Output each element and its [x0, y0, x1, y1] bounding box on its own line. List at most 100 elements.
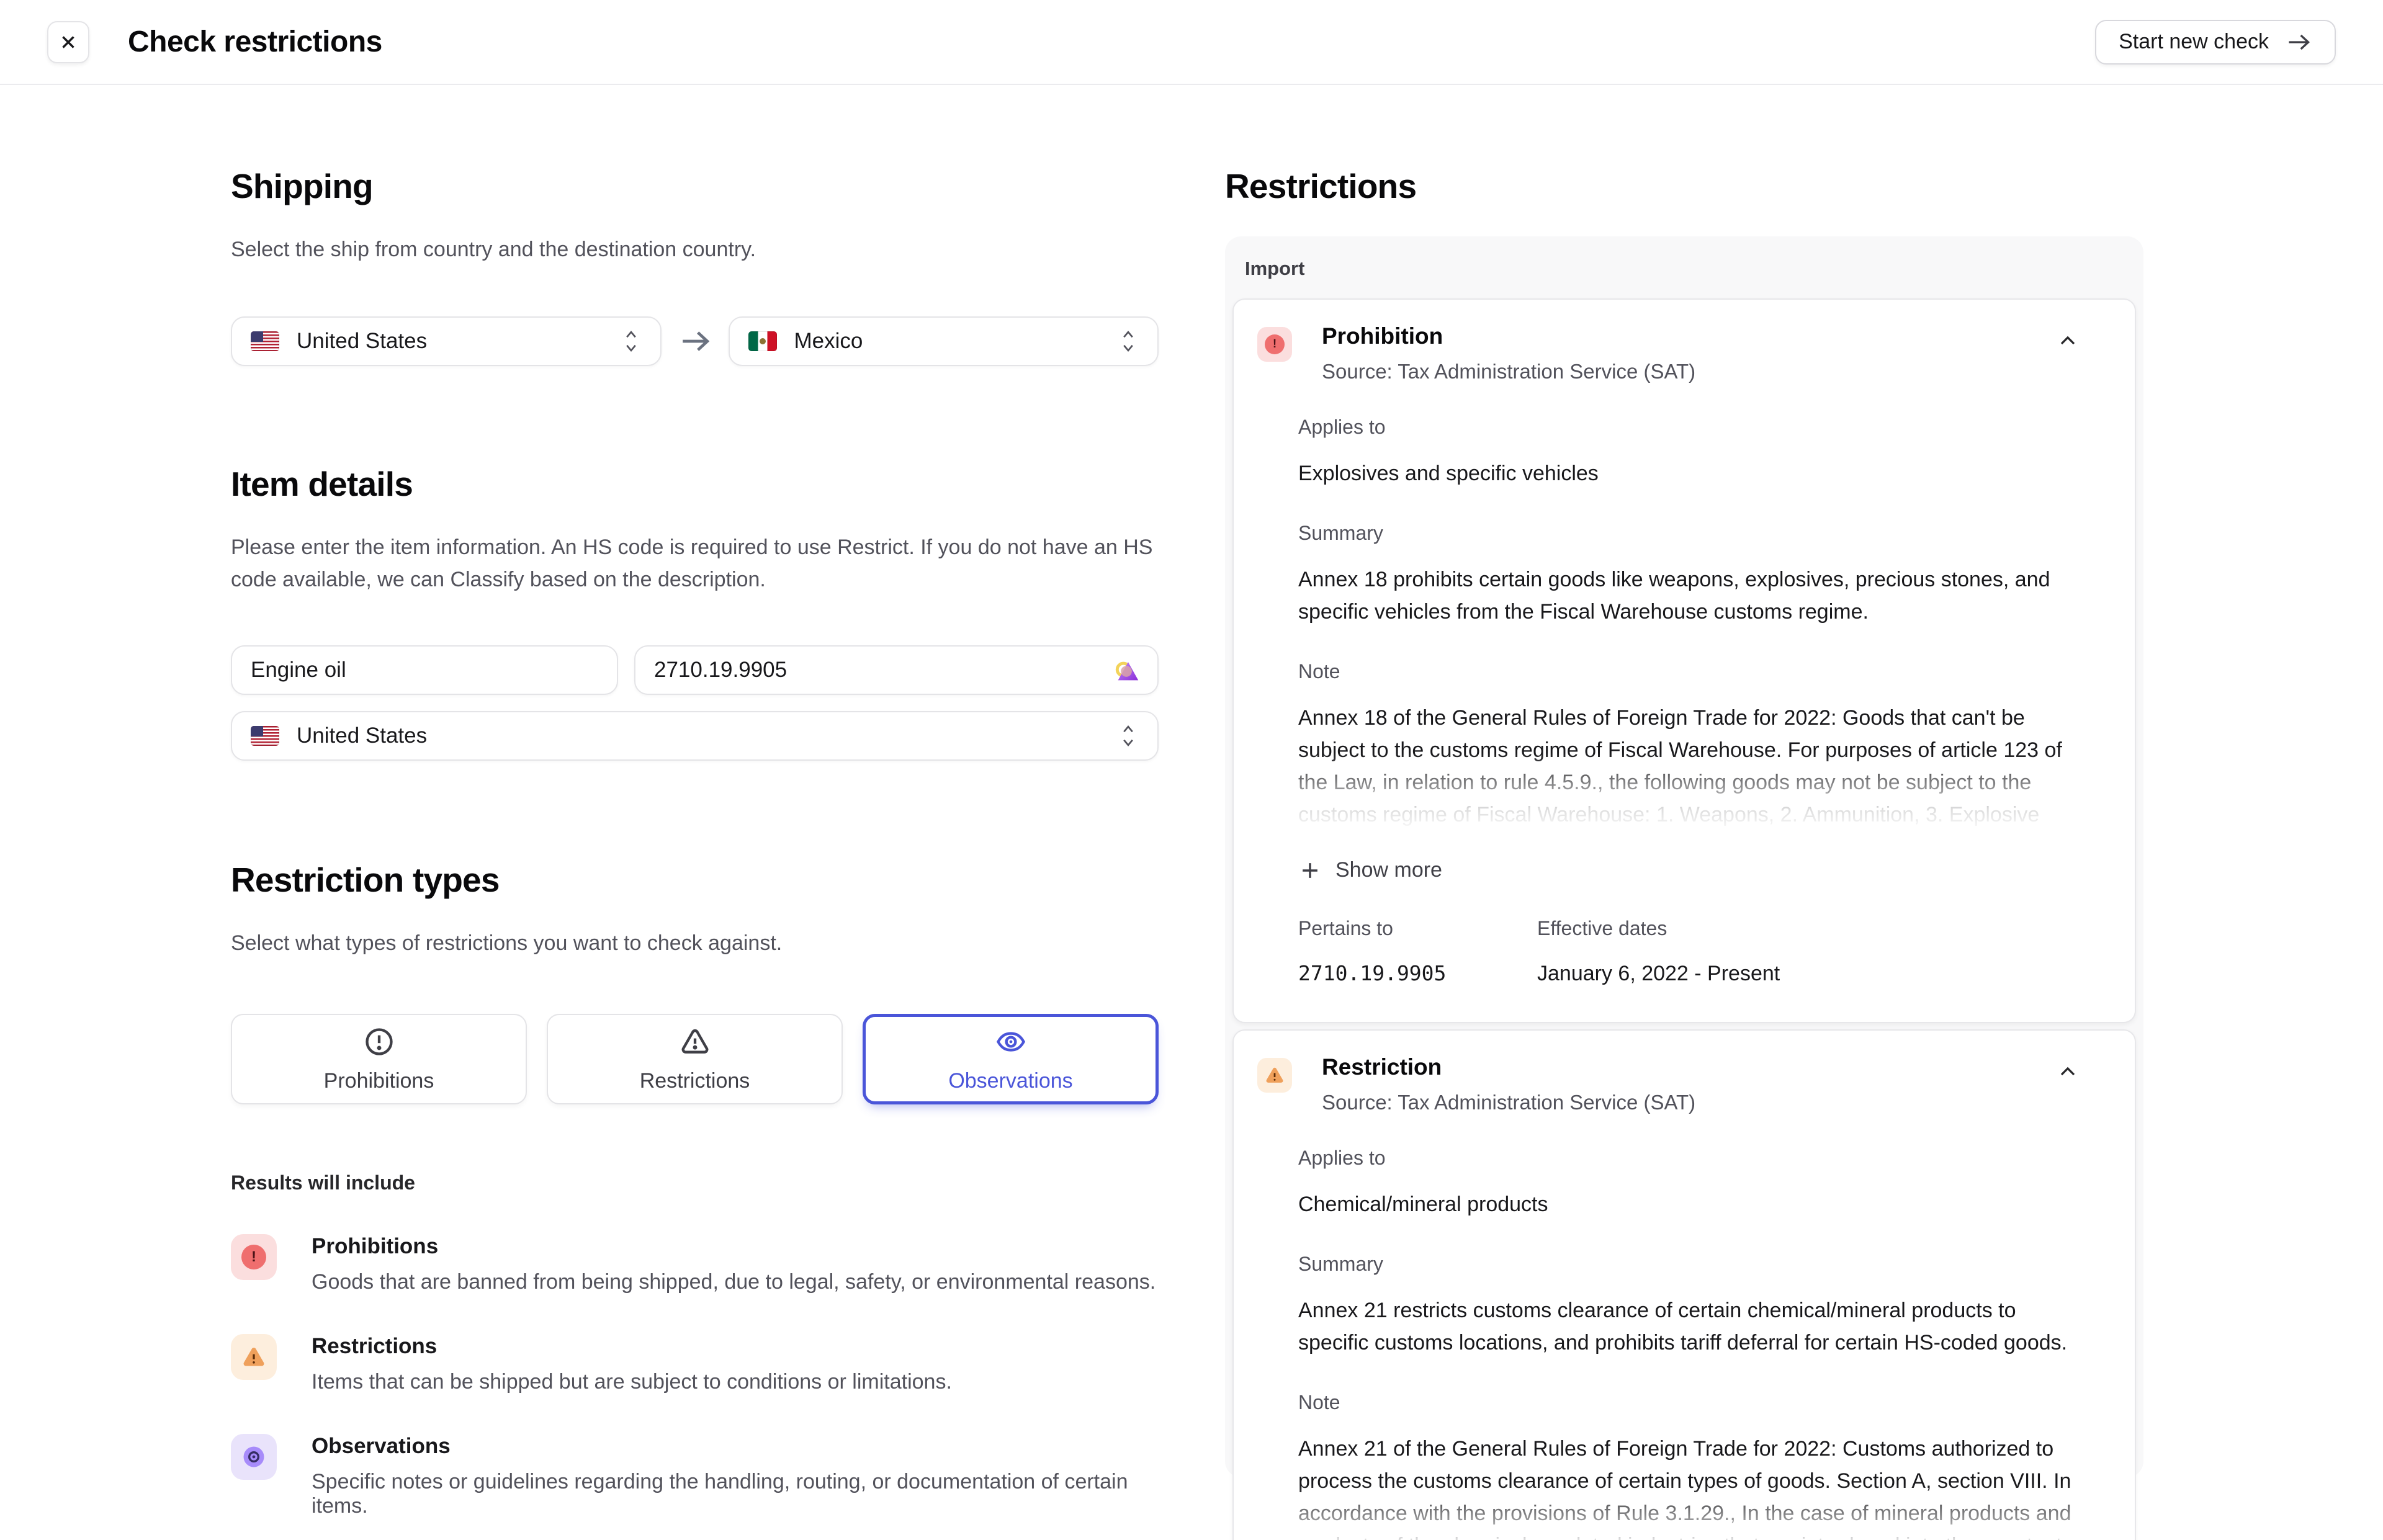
restriction-card: Restriction Source: Tax Administration S…	[1232, 1029, 2136, 1540]
note-value: Annex 18 of the General Rules of Foreign…	[1298, 702, 2085, 833]
import-group-label: Import	[1245, 257, 2136, 280]
prohibition-badge-icon: !	[1257, 327, 1292, 362]
warning-triangle-glyph	[1263, 1064, 1286, 1086]
card-body: Applies to Explosives and specific vehic…	[1298, 416, 2085, 990]
top-bar: Check restrictions Start new check	[0, 0, 2383, 85]
exclamation-circle-glyph: !	[241, 1245, 266, 1269]
summary-label: Summary	[1298, 1253, 2085, 1276]
card-body: Applies to Chemical/mineral products Sum…	[1298, 1147, 2085, 1540]
show-more-button[interactable]: Show more	[1298, 858, 1442, 882]
select-chevrons-icon	[1118, 722, 1139, 750]
card-titles: Prohibition Source: Tax Administration S…	[1322, 323, 2050, 383]
card-source: Source: Tax Administration Service (SAT)	[1322, 1091, 2050, 1114]
restriction-types-heading: Restriction types	[231, 860, 1159, 900]
form-column: Shipping Select the ship from country an…	[231, 166, 1159, 1518]
item-description-input[interactable]	[251, 658, 598, 683]
item-inputs-row	[231, 645, 1159, 695]
observation-badge-icon	[231, 1434, 277, 1480]
start-new-check-label: Start new check	[2119, 30, 2269, 54]
applies-to-value: Explosives and specific vehicles	[1298, 457, 2085, 490]
item-details-description: Please enter the item information. An HS…	[231, 531, 1159, 596]
pertains-column: Pertains to 2710.19.9905	[1298, 917, 1537, 990]
result-item-text: Observations Specific notes or guideline…	[312, 1434, 1159, 1518]
applies-to-value: Chemical/mineral products	[1298, 1188, 2085, 1220]
card-header: Restriction Source: Tax Administration S…	[1257, 1054, 2085, 1114]
collapse-card-button[interactable]	[2050, 1054, 2085, 1089]
collapse-card-button[interactable]	[2050, 323, 2085, 358]
item-country-value: United States	[297, 723, 1118, 748]
page-title: Check restrictions	[128, 25, 382, 59]
item-country-select[interactable]: United States	[231, 711, 1159, 761]
arrow-right-icon	[2285, 29, 2312, 56]
restriction-types-description: Select what types of restrictions you wa…	[231, 927, 1159, 959]
summary-value: Annex 21 restricts customs clearance of …	[1298, 1294, 2085, 1359]
list-item-restrictions: Restrictions Items that can be shipped b…	[231, 1334, 1159, 1394]
restrictions-type-button[interactable]: Restrictions	[547, 1014, 843, 1104]
chevron-up-icon	[2055, 328, 2080, 353]
card-titles: Restriction Source: Tax Administration S…	[1322, 1054, 2050, 1114]
applies-to-label: Applies to	[1298, 1147, 2085, 1170]
route-arrow-icon	[678, 324, 712, 359]
results-column: Restrictions Import ! Prohibition Source…	[1225, 166, 2143, 1518]
prohibitions-type-button[interactable]: Prohibitions	[231, 1014, 527, 1104]
result-item-title: Observations	[312, 1434, 1159, 1459]
card-type-title: Prohibition	[1322, 323, 2050, 349]
effective-dates-value: January 6, 2022 - Present	[1537, 957, 2085, 990]
result-item-description: Goods that are banned from being shipped…	[312, 1270, 1156, 1294]
note-label: Note	[1298, 660, 2085, 683]
mexico-flag-icon	[748, 331, 777, 351]
type-button-label: Restrictions	[640, 1069, 750, 1093]
prohibition-card: ! Prohibition Source: Tax Administration…	[1232, 298, 2136, 1023]
main-content: Shipping Select the ship from country an…	[0, 85, 2383, 1518]
shipping-route-row: United States Mexico	[231, 316, 1159, 366]
observations-type-button[interactable]: Observations	[863, 1014, 1159, 1104]
exclamation-circle-glyph: !	[1265, 334, 1285, 354]
card-type-title: Restriction	[1322, 1054, 2050, 1080]
restriction-type-buttons: Prohibitions Restrictions Observations	[231, 1014, 1159, 1104]
us-flag-icon	[251, 726, 279, 746]
shipping-heading: Shipping	[231, 166, 1159, 206]
result-item-description: Specific notes or guidelines regarding t…	[312, 1470, 1159, 1518]
hs-code-field	[634, 645, 1159, 695]
eye-icon	[995, 1026, 1027, 1058]
result-item-description: Items that can be shipped but are subjec…	[312, 1370, 952, 1394]
select-chevrons-icon	[621, 327, 642, 356]
summary-label: Summary	[1298, 522, 2085, 545]
close-button[interactable]	[47, 21, 89, 63]
ship-from-value: United States	[297, 329, 621, 354]
restriction-badge-icon	[231, 1334, 277, 1380]
prohibition-badge-icon: !	[231, 1234, 277, 1280]
observation-circle-glyph	[240, 1443, 267, 1471]
card-header: ! Prohibition Source: Tax Administration…	[1257, 323, 2085, 383]
plus-icon	[1298, 859, 1322, 882]
warning-triangle-icon	[679, 1026, 711, 1058]
list-item-prohibitions: ! Prohibitions Goods that are banned fro…	[231, 1234, 1159, 1294]
classify-logo-icon[interactable]	[1113, 657, 1141, 686]
note-value: Annex 21 of the General Rules of Foreign…	[1298, 1433, 2085, 1540]
pertains-to-label: Pertains to	[1298, 917, 1537, 940]
ship-to-select[interactable]: Mexico	[729, 316, 1159, 366]
result-item-text: Prohibitions Goods that are banned from …	[312, 1234, 1156, 1294]
restrictions-panel: Import ! Prohibition Source: Tax Adminis…	[1225, 236, 2143, 1477]
summary-value: Annex 18 prohibits certain goods like we…	[1298, 563, 2085, 628]
result-item-title: Prohibitions	[312, 1234, 1156, 1259]
item-description-field	[231, 645, 618, 695]
pertains-to-value: 2710.19.9905	[1298, 957, 1537, 990]
close-icon	[58, 32, 79, 53]
us-flag-icon	[251, 331, 279, 351]
ship-to-value: Mexico	[794, 329, 1118, 354]
start-new-check-button[interactable]: Start new check	[2095, 20, 2336, 65]
list-item-observations: Observations Specific notes or guideline…	[231, 1434, 1159, 1518]
type-button-label: Observations	[948, 1069, 1072, 1093]
restriction-badge-icon	[1257, 1058, 1292, 1093]
select-chevrons-icon	[1118, 327, 1139, 356]
note-label: Note	[1298, 1391, 2085, 1414]
restrictions-heading: Restrictions	[1225, 166, 2143, 206]
result-item-title: Restrictions	[312, 1334, 952, 1359]
shipping-description: Select the ship from country and the des…	[231, 233, 1159, 266]
effective-column: Effective dates January 6, 2022 - Presen…	[1537, 917, 2085, 990]
ship-from-select[interactable]: United States	[231, 316, 662, 366]
alert-circle-icon	[363, 1026, 395, 1058]
hs-code-input[interactable]	[654, 658, 1139, 683]
applies-to-label: Applies to	[1298, 416, 2085, 439]
